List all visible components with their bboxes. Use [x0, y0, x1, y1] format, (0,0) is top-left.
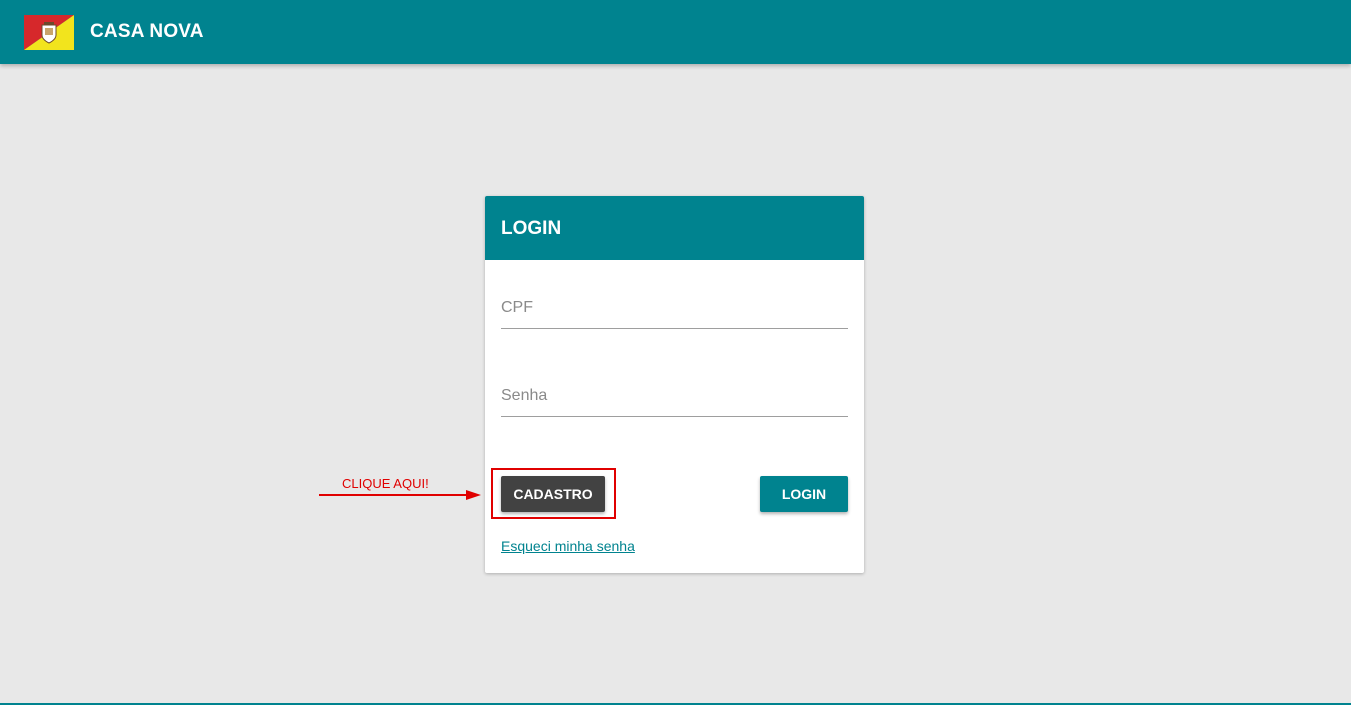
cadastro-highlight-box [491, 468, 616, 519]
cpf-input[interactable] [501, 288, 848, 329]
login-card-header: LOGIN [485, 196, 864, 260]
city-flag-logo-icon [24, 15, 74, 50]
arrow-right-icon [319, 490, 481, 500]
forgot-password-link[interactable]: Esqueci minha senha [501, 538, 635, 554]
senha-input[interactable] [501, 376, 848, 417]
top-app-bar: CASA NOVA [0, 0, 1351, 64]
app-title: CASA NOVA [90, 21, 204, 42]
login-card-title: LOGIN [501, 218, 562, 239]
login-button[interactable]: LOGIN [760, 476, 848, 512]
